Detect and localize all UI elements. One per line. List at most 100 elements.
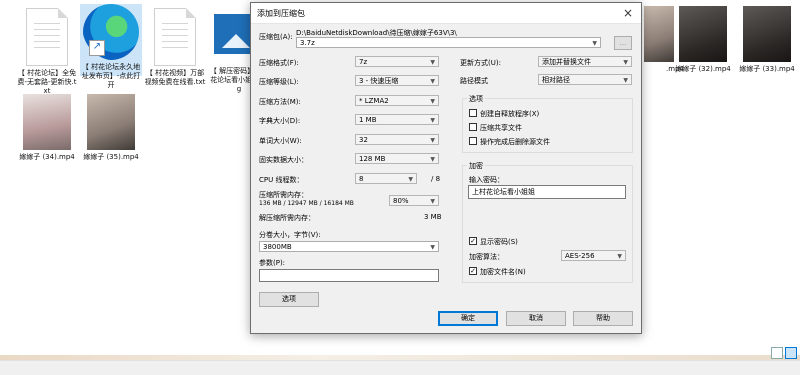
memory-percent-value: 80% [393, 197, 409, 205]
memory-label: 压缩所需内存： [259, 191, 308, 199]
chevron-down-icon: ▼ [617, 253, 622, 260]
cpu-total: / 8 [431, 175, 441, 183]
chevron-down-icon: ▼ [430, 244, 435, 251]
file-item[interactable]: 嫁嫁子 (34).mp4 [16, 94, 78, 162]
file-name: 嫁嫁子 (32).mp4 [675, 65, 731, 73]
params-input[interactable] [259, 269, 439, 282]
shared-files-label: 压缩共享文件 [480, 124, 522, 132]
options-button[interactable]: 选项 [259, 292, 319, 307]
delete-after-label: 操作完成后删除源文件 [480, 138, 550, 146]
sfx-checkbox[interactable] [469, 109, 477, 117]
archive-name-value: 3.7z [300, 39, 315, 47]
chevron-down-icon: ▼ [430, 98, 435, 105]
chevron-down-icon: ▼ [430, 156, 435, 163]
word-select[interactable]: 32 ▼ [355, 134, 439, 145]
shared-files-checkbox[interactable] [469, 123, 477, 131]
format-value: 7z [359, 58, 368, 66]
ok-button[interactable]: 确定 [438, 311, 498, 326]
encryption-group-title: 加密 [467, 161, 485, 171]
solid-value: 128 MB [359, 155, 386, 163]
dialog-titlebar: 添加到压缩包 × [251, 3, 641, 24]
encryption-method-select[interactable]: AES-256 ▼ [561, 250, 626, 261]
encrypt-names-label: 加密文件名(N) [480, 268, 526, 276]
encrypt-names-checkbox[interactable]: ✓ [469, 267, 477, 275]
decompress-memory-value: 3 MB [424, 213, 442, 221]
path-mode-label: 路径模式 [460, 77, 488, 85]
chevron-down-icon: ▼ [592, 40, 597, 47]
password-input[interactable]: 上村花论坛看小姐姐 [468, 185, 626, 199]
options-group-title: 选项 [467, 94, 485, 104]
chevron-down-icon: ▼ [408, 176, 413, 183]
cancel-button[interactable]: 取消 [506, 311, 566, 326]
chevron-down-icon: ▼ [430, 78, 435, 85]
encryption-method-label: 加密算法： [469, 253, 504, 261]
file-item[interactable]: 嫁嫁子 (35).mp4 [80, 94, 142, 162]
params-label: 参数(P): [259, 259, 286, 267]
dictionary-select[interactable]: 1 MB ▼ [355, 114, 439, 125]
text-file-icon [154, 8, 196, 66]
sfx-label: 创建自释放程序(X) [480, 110, 540, 118]
memory-percent-select[interactable]: 80% ▼ [389, 195, 439, 206]
chevron-down-icon: ▼ [623, 59, 628, 66]
chevron-down-icon: ▼ [430, 198, 435, 205]
file-name: 【 村花论坛永久地址发布页】-点此打开 [81, 63, 141, 89]
video-thumbnail [23, 94, 71, 150]
chevron-down-icon: ▼ [430, 59, 435, 66]
file-name: 【 村花视频】万部视频免费在线看.txt [144, 69, 206, 86]
status-bar [0, 360, 800, 375]
split-label: 分卷大小，字节(V): [259, 231, 321, 239]
decompress-memory-label: 解压缩所需内存： [259, 214, 315, 222]
chevron-down-icon: ▼ [430, 117, 435, 124]
shortcut-arrow-icon: ↗ [89, 40, 105, 56]
level-label: 压缩等级(L): [259, 78, 299, 86]
chevron-down-icon: ▼ [623, 77, 628, 84]
file-item[interactable]: 嫁嫁子 (32).mp4 [672, 6, 734, 74]
file-name: 【 村花论坛】全免费-无套路-更新快.txt [17, 69, 77, 95]
file-item[interactable]: 【 村花论坛】全免费-无套路-更新快.txt [16, 6, 78, 96]
word-label: 单词大小(W): [259, 137, 302, 145]
cpu-select[interactable]: 8 ▼ [355, 173, 417, 184]
file-item[interactable]: 【 村花视频】万部视频免费在线看.txt [144, 6, 206, 87]
file-name: 嫁嫁子 (34).mp4 [19, 153, 75, 161]
video-thumbnail [87, 94, 135, 150]
dictionary-value: 1 MB [359, 116, 377, 124]
show-password-label: 显示密码(S) [480, 238, 518, 246]
help-button[interactable]: 帮助 [573, 311, 633, 326]
path-mode-select[interactable]: 相对路径 ▼ [538, 74, 632, 85]
memory-value: 136 MB / 12947 MB / 16184 MB [259, 200, 354, 207]
cpu-label: CPU 线程数： [259, 176, 304, 184]
file-name: 嫁嫁子 (35).mp4 [83, 153, 139, 161]
file-item[interactable]: 嫁嫁子 (33).mp4 [736, 6, 798, 74]
video-thumbnail [644, 6, 674, 62]
encryption-method-value: AES-256 [565, 252, 595, 260]
details-view-icon[interactable] [771, 347, 783, 359]
text-file-icon [26, 8, 68, 66]
update-mode-value: 添加并替换文件 [542, 58, 591, 66]
update-mode-label: 更新方式(U): [460, 59, 501, 67]
archive-name-combo[interactable]: 3.7z ▼ [296, 37, 601, 48]
split-volume-combo[interactable]: 3800MB ▼ [259, 241, 439, 252]
word-value: 32 [359, 136, 368, 144]
format-select[interactable]: 7z ▼ [355, 56, 439, 67]
dialog-title: 添加到压缩包 [257, 9, 305, 18]
solid-select[interactable]: 128 MB ▼ [355, 153, 439, 164]
show-password-checkbox[interactable]: ✓ [469, 237, 477, 245]
add-to-archive-dialog: 添加到压缩包 × 压缩包(A): D:\BaiduNetdiskDownload… [250, 2, 642, 334]
level-select[interactable]: 3 - 快速压缩 ▼ [355, 75, 439, 86]
archive-label: 压缩包(A): [259, 33, 293, 41]
large-icons-view-icon[interactable] [785, 347, 797, 359]
cpu-value: 8 [359, 175, 364, 183]
path-mode-value: 相对路径 [542, 76, 570, 84]
level-value: 3 - 快速压缩 [359, 77, 399, 85]
file-name: 嫁嫁子 (33).mp4 [739, 65, 795, 73]
update-mode-select[interactable]: 添加并替换文件 ▼ [538, 56, 632, 67]
browse-button[interactable]: ... [614, 36, 632, 50]
method-select[interactable]: * LZMA2 ▼ [355, 95, 439, 106]
video-thumbnail [679, 6, 727, 62]
close-icon[interactable]: × [621, 6, 635, 20]
file-item[interactable]: ↗ 【 村花论坛永久地址发布页】-点此打开 [80, 4, 142, 89]
method-label: 压缩方法(M): [259, 98, 301, 106]
method-value: * LZMA2 [359, 97, 389, 105]
format-label: 压缩格式(F): [259, 59, 299, 67]
delete-after-checkbox[interactable] [469, 137, 477, 145]
